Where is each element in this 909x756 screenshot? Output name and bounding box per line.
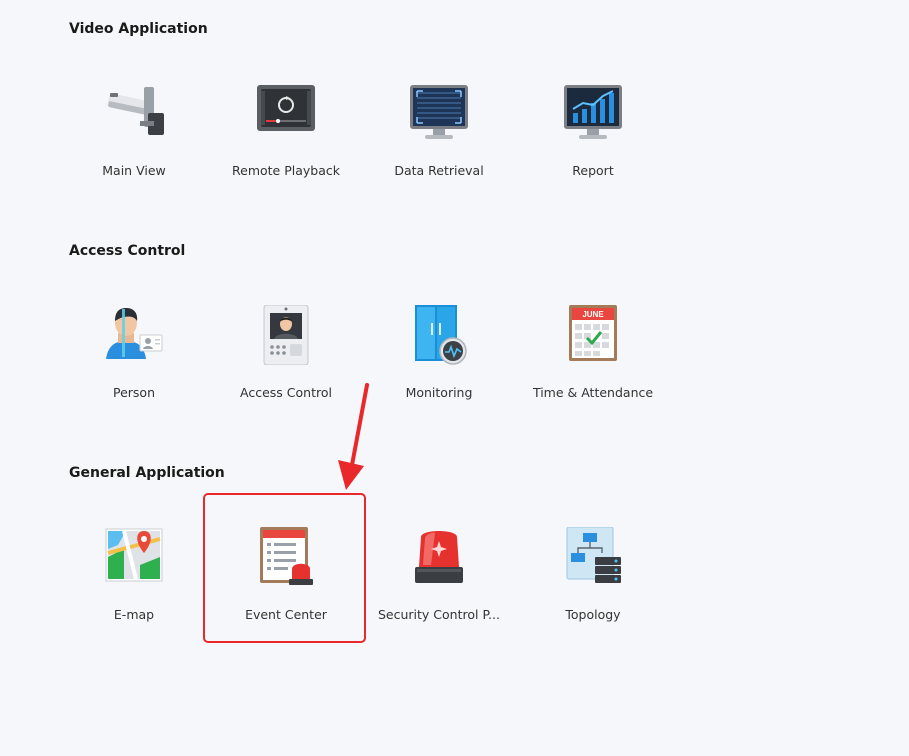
tile-person[interactable]: Person	[59, 305, 209, 415]
access-terminal-icon	[263, 305, 309, 365]
tile-label: Security Control P...	[378, 607, 500, 622]
topology-icon	[566, 527, 621, 583]
playback-icon	[257, 85, 315, 131]
tile-label: E-map	[113, 607, 155, 622]
data-retrieval-icon	[410, 85, 468, 139]
map-pin-icon	[105, 528, 163, 582]
alarm-light-icon	[415, 531, 463, 583]
tile-monitoring[interactable]: Monitoring	[364, 305, 514, 415]
tile-main-view[interactable]: Main View	[59, 83, 209, 193]
section-title: General Application	[69, 465, 225, 481]
door-monitoring-icon	[415, 305, 467, 365]
tile-label: Report	[572, 163, 614, 178]
calendar-icon: JUNE	[569, 305, 617, 361]
tile-security-control-panel[interactable]: Security Control P...	[364, 527, 514, 637]
tile-e-map[interactable]: E-map	[59, 527, 209, 637]
tile-label: Time & Attendance	[532, 385, 654, 400]
tile-label: Data Retrieval	[394, 163, 484, 178]
tile-label: Main View	[102, 163, 166, 178]
tile-time-attendance[interactable]: JUNE Time & Attendance	[518, 305, 668, 415]
event-center-highlight-box	[203, 493, 366, 643]
tile-label: Remote Playback	[232, 163, 340, 178]
camera-icon	[107, 87, 164, 135]
report-chart-icon	[564, 85, 622, 139]
tile-label: Monitoring	[405, 385, 473, 400]
tile-topology[interactable]: Topology	[518, 527, 668, 637]
tile-label: Topology	[565, 607, 621, 622]
tile-remote-playback[interactable]: Remote Playback	[211, 83, 361, 193]
tile-report[interactable]: Report	[518, 83, 668, 193]
tile-data-retrieval[interactable]: Data Retrieval	[364, 83, 514, 193]
section-title: Access Control	[69, 243, 186, 259]
red-arrow-icon	[338, 383, 369, 490]
calendar-month: JUNE	[582, 310, 604, 319]
tile-label: Person	[112, 385, 155, 400]
section-title: Video Application	[69, 21, 208, 37]
person-icon	[106, 308, 163, 359]
